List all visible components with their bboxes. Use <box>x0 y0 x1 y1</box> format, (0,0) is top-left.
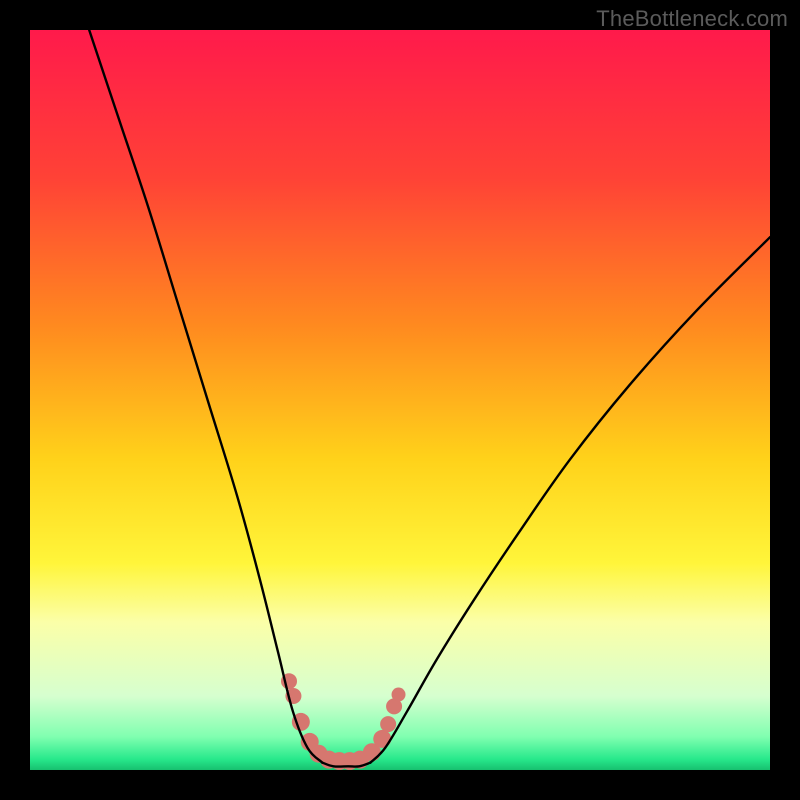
marker-layer <box>281 673 406 770</box>
left-curve <box>89 30 322 763</box>
chart-plot <box>30 30 770 770</box>
data-marker <box>392 688 406 702</box>
watermark-text: TheBottleneck.com <box>596 6 788 32</box>
data-marker <box>373 730 391 748</box>
data-marker <box>380 716 396 732</box>
right-curve <box>370 237 770 762</box>
